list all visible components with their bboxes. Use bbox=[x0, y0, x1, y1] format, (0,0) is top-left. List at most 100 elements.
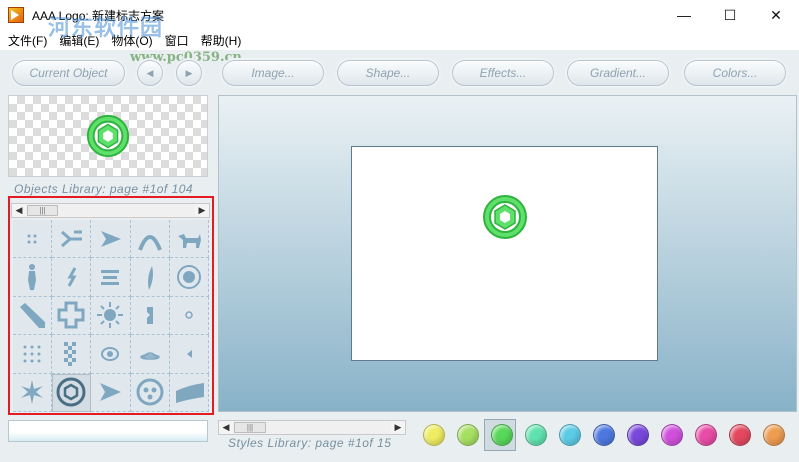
styles-scroll-right-arrow-icon[interactable]: ▶ bbox=[391, 421, 405, 434]
objects-library-caption: Objects Library: page #1of 104 bbox=[14, 182, 194, 196]
scroll-right-arrow-icon[interactable]: ▶ bbox=[195, 204, 209, 217]
object-cell[interactable] bbox=[169, 220, 209, 259]
object-cell[interactable] bbox=[130, 296, 170, 336]
button-icon bbox=[136, 378, 164, 406]
objects-grid bbox=[13, 220, 209, 412]
close-button[interactable]: ✕ bbox=[753, 0, 799, 30]
maximize-button[interactable]: ☐ bbox=[707, 0, 753, 30]
arrowhead-icon bbox=[100, 383, 122, 402]
dog-icon bbox=[177, 233, 201, 248]
style-swatch[interactable] bbox=[423, 424, 445, 446]
app-icon bbox=[8, 7, 24, 23]
style-swatch[interactable] bbox=[627, 424, 649, 446]
window-controls: — ☐ ✕ bbox=[661, 0, 799, 30]
triangle-left-icon bbox=[186, 349, 192, 358]
small-circle-icon bbox=[185, 311, 193, 320]
arrows-icon bbox=[61, 230, 83, 247]
gradient-button[interactable]: Gradient... bbox=[567, 60, 669, 86]
effects-button[interactable]: Effects... bbox=[452, 60, 554, 86]
object-cell[interactable] bbox=[91, 258, 131, 297]
style-swatch[interactable] bbox=[593, 424, 615, 446]
object-cell[interactable] bbox=[130, 220, 170, 259]
object-preview bbox=[8, 95, 208, 177]
menu-edit[interactable]: 编辑(E) bbox=[59, 32, 99, 49]
object-cell[interactable] bbox=[130, 258, 170, 297]
style-swatch[interactable] bbox=[763, 424, 785, 446]
ribbon-icon bbox=[175, 383, 204, 404]
style-swatch[interactable] bbox=[525, 424, 547, 446]
rune-icon bbox=[146, 307, 153, 325]
scroll-thumb[interactable]: ||| bbox=[27, 205, 58, 216]
ufo-icon bbox=[139, 352, 160, 360]
object-cell[interactable] bbox=[169, 296, 209, 336]
object-cell[interactable] bbox=[13, 373, 53, 412]
title-bar: AAA Logo: 新建标志方案 — ☐ ✕ bbox=[0, 0, 799, 30]
canvas-area[interactable] bbox=[218, 95, 797, 412]
object-cell[interactable] bbox=[13, 335, 53, 374]
styles-scrollbar[interactable]: ◀ ||| ▶ bbox=[218, 420, 406, 435]
object-cell[interactable] bbox=[52, 335, 92, 374]
menu-file[interactable]: 文件(F) bbox=[8, 32, 47, 49]
object-cell[interactable] bbox=[169, 373, 209, 412]
hexagon-ring-logo-icon bbox=[86, 114, 130, 158]
menu-help[interactable]: 帮助(H) bbox=[201, 32, 242, 49]
window-title: AAA Logo: 新建标志方案 bbox=[32, 8, 165, 23]
shape-button[interactable]: Shape... bbox=[337, 60, 439, 86]
object-cell[interactable] bbox=[91, 220, 131, 259]
logo-page[interactable] bbox=[351, 146, 658, 361]
arch-icon bbox=[137, 234, 162, 251]
dot-grid-icon bbox=[23, 345, 41, 363]
style-swatch[interactable] bbox=[695, 424, 717, 446]
objects-library-panel: ◀ ||| ▶ bbox=[8, 196, 214, 415]
object-cell[interactable] bbox=[52, 258, 92, 297]
image-button[interactable]: Image... bbox=[222, 60, 324, 86]
current-object-button[interactable]: Current Object bbox=[12, 60, 125, 86]
object-cell[interactable] bbox=[13, 258, 53, 297]
minimize-button[interactable]: — bbox=[661, 0, 707, 30]
color-preview-strip bbox=[8, 420, 208, 442]
object-cell[interactable] bbox=[130, 335, 170, 374]
menu-bar: 文件(F) 编辑(E) 物体(O) 窗口 帮助(H) bbox=[0, 30, 799, 50]
checker-icon bbox=[64, 341, 77, 366]
style-swatch[interactable] bbox=[559, 424, 581, 446]
person-icon bbox=[28, 264, 37, 291]
slash-icon bbox=[67, 267, 77, 287]
plus-frame-icon bbox=[57, 301, 85, 329]
styles-scroll-left-arrow-icon[interactable]: ◀ bbox=[219, 421, 233, 434]
next-object-button[interactable]: ▶ bbox=[176, 60, 202, 86]
pencil-icon bbox=[20, 303, 46, 329]
colors-button[interactable]: Colors... bbox=[684, 60, 786, 86]
object-cell[interactable] bbox=[130, 373, 170, 412]
blade-icon bbox=[147, 266, 153, 291]
circle-target-icon bbox=[176, 265, 201, 290]
star-icon bbox=[21, 380, 44, 405]
dots-icon bbox=[27, 234, 37, 244]
prev-object-button[interactable]: ◀ bbox=[137, 60, 163, 86]
hexagon-ring-logo-icon[interactable] bbox=[481, 193, 529, 241]
style-swatch[interactable] bbox=[661, 424, 683, 446]
lines-icon bbox=[101, 270, 120, 286]
toolbar: Current Object ◀ ▶ Image... Shape... Eff… bbox=[0, 54, 799, 92]
styles-scroll-thumb[interactable]: ||| bbox=[234, 422, 266, 433]
scroll-left-arrow-icon[interactable]: ◀ bbox=[12, 204, 26, 217]
object-cell[interactable] bbox=[91, 373, 131, 412]
object-cell[interactable] bbox=[13, 220, 53, 259]
styles-library-caption: Styles Library: page #1of 15 bbox=[228, 436, 392, 450]
style-swatch[interactable] bbox=[491, 424, 513, 446]
objects-scrollbar[interactable]: ◀ ||| ▶ bbox=[11, 203, 210, 218]
menu-object[interactable]: 物体(O) bbox=[111, 32, 152, 49]
hexagon-ring-icon bbox=[56, 377, 86, 407]
eye-icon bbox=[101, 346, 120, 361]
object-cell[interactable] bbox=[52, 296, 92, 336]
object-cell[interactable] bbox=[169, 258, 209, 297]
menu-window[interactable]: 窗口 bbox=[165, 32, 189, 49]
object-cell[interactable] bbox=[13, 296, 53, 336]
object-cell[interactable] bbox=[52, 373, 92, 412]
object-cell[interactable] bbox=[91, 335, 131, 374]
style-swatch[interactable] bbox=[729, 424, 751, 446]
object-cell[interactable] bbox=[52, 220, 92, 259]
object-cell[interactable] bbox=[91, 296, 131, 336]
style-swatch[interactable] bbox=[457, 424, 479, 446]
object-cell[interactable] bbox=[169, 335, 209, 374]
burst-icon bbox=[97, 302, 124, 329]
